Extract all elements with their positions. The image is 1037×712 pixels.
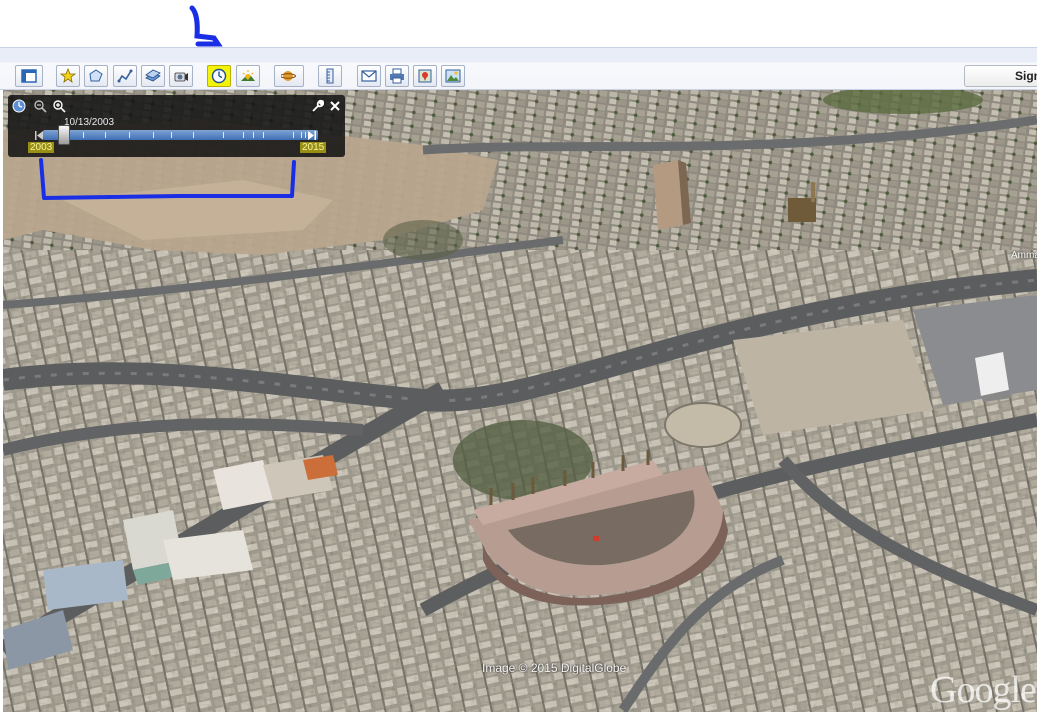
aerial-imagery (3, 90, 1037, 712)
print-button[interactable] (385, 65, 409, 87)
ruler-button[interactable] (318, 65, 342, 87)
image-icon (445, 69, 461, 83)
wrench-icon[interactable] (310, 99, 324, 113)
end-year-label: 2015 (300, 142, 327, 153)
sign-in-button[interactable]: Sign (964, 65, 1037, 87)
record-tour-button[interactable] (169, 65, 193, 87)
annotation-area (0, 0, 1037, 47)
path-icon (117, 69, 133, 83)
clock-icon[interactable] (12, 99, 26, 113)
current-date-label: 10/13/2003 (64, 117, 115, 128)
polygon-icon (89, 69, 103, 82)
historical-imagery-button[interactable] (207, 65, 231, 87)
zoom-in-icon[interactable] (52, 99, 66, 113)
email-icon (361, 70, 377, 82)
email-button[interactable] (357, 65, 381, 87)
placemark-icon (60, 68, 76, 83)
add-image-overlay-button[interactable] (141, 65, 165, 87)
map-view[interactable]: Amma (3, 90, 1037, 712)
google-logo: Google (930, 669, 1037, 711)
print-icon (390, 68, 404, 84)
close-icon[interactable] (328, 99, 342, 113)
add-path-button[interactable] (113, 65, 137, 87)
ruler-icon (326, 68, 334, 84)
skip-back-icon[interactable] (35, 131, 43, 140)
time-slider-thumb[interactable] (58, 125, 70, 145)
add-polygon-button[interactable] (84, 65, 108, 87)
toolbar: Sign (0, 47, 1037, 90)
planet-icon (281, 71, 296, 81)
play-icon[interactable] (308, 131, 316, 140)
imagery-credit: Image © 2015 DigitalGlobe (482, 661, 627, 675)
sunlight-button[interactable] (236, 65, 260, 87)
time-slider-track[interactable] (43, 130, 318, 140)
sidebar-icon (21, 69, 37, 83)
maps-icon (418, 69, 432, 83)
sun-icon (241, 70, 255, 81)
start-year-label: 2003 (28, 142, 55, 153)
view-google-maps-button[interactable] (413, 65, 437, 87)
zoom-out-icon[interactable] (33, 99, 47, 113)
save-image-button[interactable] (441, 65, 465, 87)
time-slider-panel: 10/13/2003 2003 2015 (8, 95, 345, 157)
add-placemark-button[interactable] (56, 65, 80, 87)
place-label: Amma (1011, 250, 1037, 261)
sidebar-toggle-button[interactable] (15, 65, 43, 87)
overlay-icon (145, 69, 161, 82)
clock-icon (211, 68, 227, 84)
switch-planet-button[interactable] (274, 65, 304, 87)
tour-icon (174, 72, 188, 82)
